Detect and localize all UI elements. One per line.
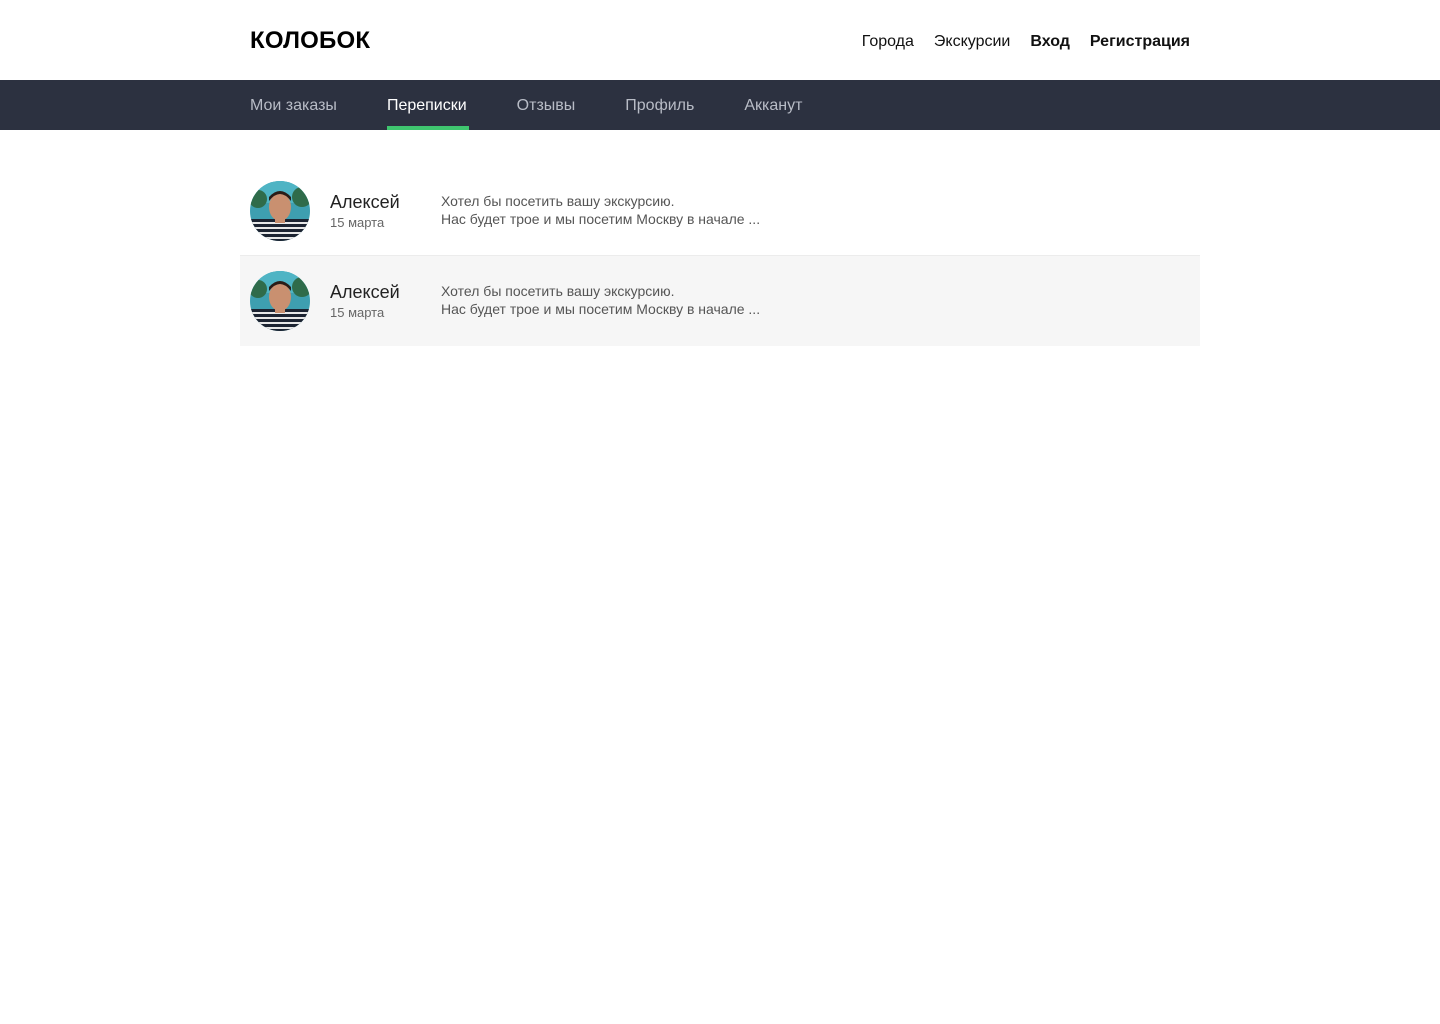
top-nav: Города Экскурсии Вход Регистрация xyxy=(862,33,1190,51)
sender-info: Алексей 15 марта xyxy=(330,282,400,321)
sender-info: Алексей 15 марта xyxy=(330,192,400,231)
conversation-list: Алексей 15 марта Хотел бы посетить вашу … xyxy=(240,166,1200,346)
conversation-item[interactable]: Алексей 15 марта Хотел бы посетить вашу … xyxy=(240,166,1200,256)
avatar xyxy=(250,271,310,331)
message-date: 15 марта xyxy=(330,215,385,230)
message-date: 15 марта xyxy=(330,305,385,320)
logo[interactable]: КОЛОБОК xyxy=(250,27,370,55)
tab-account[interactable]: Акканут xyxy=(744,80,802,130)
avatar xyxy=(250,181,310,241)
nav-link-cities[interactable]: Города xyxy=(862,33,914,51)
message-preview-line: Нас будет трое и мы посетим Москву в нач… xyxy=(441,301,761,317)
message-preview-line: Хотел бы посетить вашу экскурсию. xyxy=(441,193,675,209)
tab-reviews[interactable]: Отзывы xyxy=(517,80,576,130)
message-preview-line: Нас будет трое и мы посетим Москву в нач… xyxy=(441,211,761,227)
tab-messages[interactable]: Переписки xyxy=(386,80,469,130)
tab-my-orders[interactable]: Мои заказы xyxy=(250,80,337,130)
tab-profile[interactable]: Профиль xyxy=(625,80,694,130)
login-link[interactable]: Вход xyxy=(1030,33,1070,51)
account-tabs: Мои заказы Переписки Отзывы Профиль Акка… xyxy=(250,80,852,130)
sender-name: Алексей xyxy=(330,282,400,302)
register-link[interactable]: Регистрация xyxy=(1090,33,1190,51)
message-preview: Хотел бы посетить вашу экскурсию. Нас бу… xyxy=(441,192,760,228)
conversation-item[interactable]: Алексей 15 марта Хотел бы посетить вашу … xyxy=(240,256,1200,346)
message-preview-line: Хотел бы посетить вашу экскурсию. xyxy=(441,283,675,299)
account-tabs-bar: Мои заказы Переписки Отзывы Профиль Акка… xyxy=(0,80,1440,130)
site-header: КОЛОБОК Города Экскурсии Вход Регистраци… xyxy=(0,0,1440,80)
sender-name: Алексей xyxy=(330,192,400,212)
nav-link-excursions[interactable]: Экскурсии xyxy=(934,33,1010,51)
message-preview: Хотел бы посетить вашу экскурсию. Нас бу… xyxy=(441,282,760,318)
